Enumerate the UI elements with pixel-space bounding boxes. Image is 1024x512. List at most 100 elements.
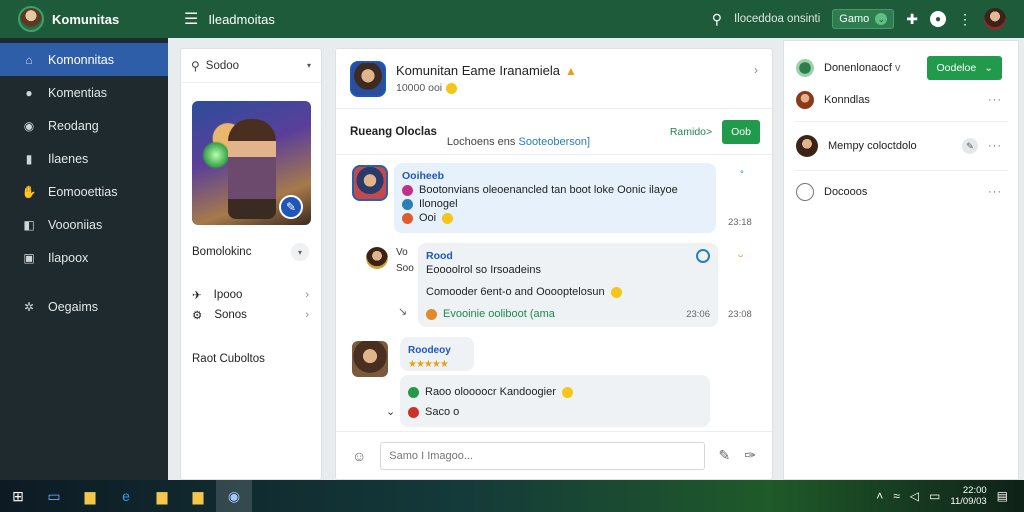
game-app-icon[interactable]: ◉ [216,480,252,512]
sidebar-item-voooniias[interactable]: ◧ Voooniias [0,208,168,241]
folder-icon[interactable]: ▆ [144,480,180,512]
user-avatar[interactable] [984,8,1006,30]
message-time: 23:18 [728,217,752,228]
sidebar-item-ilapoox[interactable]: ▣ Ilapoox [0,241,168,274]
puzzle-icon[interactable]: ✚ [906,11,918,28]
folder-icon[interactable]: ▆ [180,480,216,512]
clock-date: 11/09/03 [950,496,987,507]
section-label: Raot Cuboltos [192,353,265,365]
more-icon[interactable]: ··· [988,94,1002,106]
search-icon[interactable]: ⚲ [712,11,722,28]
sidebar: Komunitas ⌂ Komonnitas ● Komentias ◉ Reo… [0,0,168,480]
message-text: Eoooolrol so Irsoadeins [426,264,541,276]
more-icon[interactable]: ··· [988,140,1002,152]
smile-icon [561,386,573,398]
member-row[interactable]: Docooos ··· [784,177,1018,207]
attach-icon[interactable]: ✑ [744,447,756,464]
join-button[interactable]: Oodeloe ⌄ [927,56,1002,80]
message-text: Raoo oloooocr Kandoogier [425,386,556,398]
message-avatar[interactable] [352,165,388,201]
sidebar-item-komonnitas[interactable]: ⌂ Komonnitas [0,43,168,76]
subtitle-link[interactable]: Sooteoberson] [518,136,590,148]
more-vertical-icon[interactable]: ⋮ [958,11,972,28]
pencil-icon[interactable]: ✎ [719,447,731,464]
member-name: Mempy coloctdolo [828,140,917,152]
member-name: Docooos [824,186,868,198]
message-text: Ilonogel [419,198,458,210]
message-time: 23:06 [686,308,710,320]
sidebar-item-ilaenes[interactable]: ▮ Ilaenes [0,142,168,175]
chat-avatar[interactable] [350,60,386,97]
join-button-label: Oodeloe [936,62,977,74]
brand-title: Komunitas [52,11,120,27]
folder-icon[interactable]: ▆ [72,480,108,512]
message-avatar[interactable] [366,247,388,269]
sidebar-item-reodang[interactable]: ◉ Reodang [0,109,168,142]
message-input[interactable] [380,441,705,470]
game-button-label: Gamo [839,13,870,25]
sidebar-item-label: Voooniias [48,217,103,232]
sidebar-item-label: Oegaims [48,299,99,314]
notification-center-icon[interactable]: ▤ [997,489,1008,503]
message-text: Ooi [419,212,437,224]
chevron-right-icon[interactable]: › [754,63,758,77]
windows-start-icon[interactable]: ⊞ [0,480,36,512]
reply-icon[interactable]: ↘ [398,305,407,318]
dropdown-arrow-icon[interactable]: ▾ [307,61,311,70]
more-link[interactable]: Ramido> [670,126,712,138]
list-item-label: Ipooo [213,289,243,301]
smile-icon [446,82,458,94]
top-actions: ⚲ Iloceddoa onsinti Gamo ⌄ ✚ ● ⋮ [712,0,1006,38]
settings-icon: ⚙ [192,310,203,322]
action-button[interactable]: Oob [722,119,760,144]
search-input[interactable]: Iloceddoa onsinti [734,13,820,25]
shield-icon: ◧ [23,217,35,232]
panel-search[interactable]: ⚲ Sodoo ▾ [181,49,321,83]
sidebar-item-label: Ilapoox [48,250,89,265]
sidebar-item-settings[interactable]: ✲ Oegaims [0,290,168,323]
chat-section-title: Rueang Oloclas [350,125,437,138]
game-dropdown-button[interactable]: Gamo ⌄ [832,9,895,29]
sidebar-item-eomooettias[interactable]: ✋ Eomooettias [0,175,168,208]
game-hero-image: ✎ [192,101,311,225]
warning-icon: ▲ [565,63,577,78]
gear-icon: ✲ [23,299,35,314]
message-avatar[interactable] [352,341,388,377]
wifi-icon[interactable]: ≈ [893,489,900,503]
sidebar-item-label: Eomooettias [48,184,118,199]
member-row[interactable]: Konndlas ··· [784,85,1018,115]
taskbar: ⊞ ▭ ▆ e ▆ ▆ ◉ ˄ ≈ ◁ ▭ 22:00 11/09/03 ▤ [0,480,1024,512]
battery-icon[interactable]: ▭ [929,489,940,503]
panel-search-input[interactable]: Sodoo [206,60,301,72]
sidebar-brand[interactable]: Komunitas [0,0,168,38]
smile-icon [610,286,622,298]
page-title: Ileadmoitas [208,11,275,27]
message-author: Ooiheeb [402,170,445,182]
message-link[interactable]: Evooinie ooliboot (ama [443,308,555,320]
list-item-label: Sonos [214,309,247,321]
notification-icon[interactable]: ● [930,11,946,27]
clock-icon [796,183,814,201]
monitor-icon[interactable]: ▭ [36,480,72,512]
edge-icon[interactable]: e [108,480,144,512]
list-icon: ▮ [25,151,33,166]
message-bubble: Rood Eoooolrol so Irsoadeins Comooder 6e… [418,243,718,327]
list-item[interactable]: ⚙ Sonos › [181,305,321,325]
edit-badge-icon[interactable]: ✎ [279,195,303,219]
member-row[interactable]: Mempy coloctdolo ✎ ··· [784,128,1018,164]
sidebar-item-komentias[interactable]: ● Komentias [0,76,168,109]
message-author: Rood [426,250,453,262]
emoji-icon[interactable]: ☺ [352,448,366,464]
clock[interactable]: 22:00 11/09/03 [950,485,986,507]
list-item[interactable]: ✈ Ipooo › [181,285,321,305]
menu-icon[interactable]: ☰ [184,9,198,29]
chevron-up-icon[interactable]: ˄ [876,489,883,503]
message-bubble: Ooiheeb Bootonvians oleoenancled tan boo… [394,163,716,233]
more-icon[interactable]: ··· [988,186,1002,198]
expand-button[interactable]: ▾ [291,243,309,261]
member-row[interactable]: Donenlonaocf v Oodeloe ⌄ [784,51,1018,85]
volume-icon[interactable]: ◁ [910,489,919,503]
chevron-down-icon[interactable]: ⌄ [386,405,395,418]
edit-icon[interactable]: ✎ [962,138,978,154]
member-name: Konndlas [824,94,870,106]
